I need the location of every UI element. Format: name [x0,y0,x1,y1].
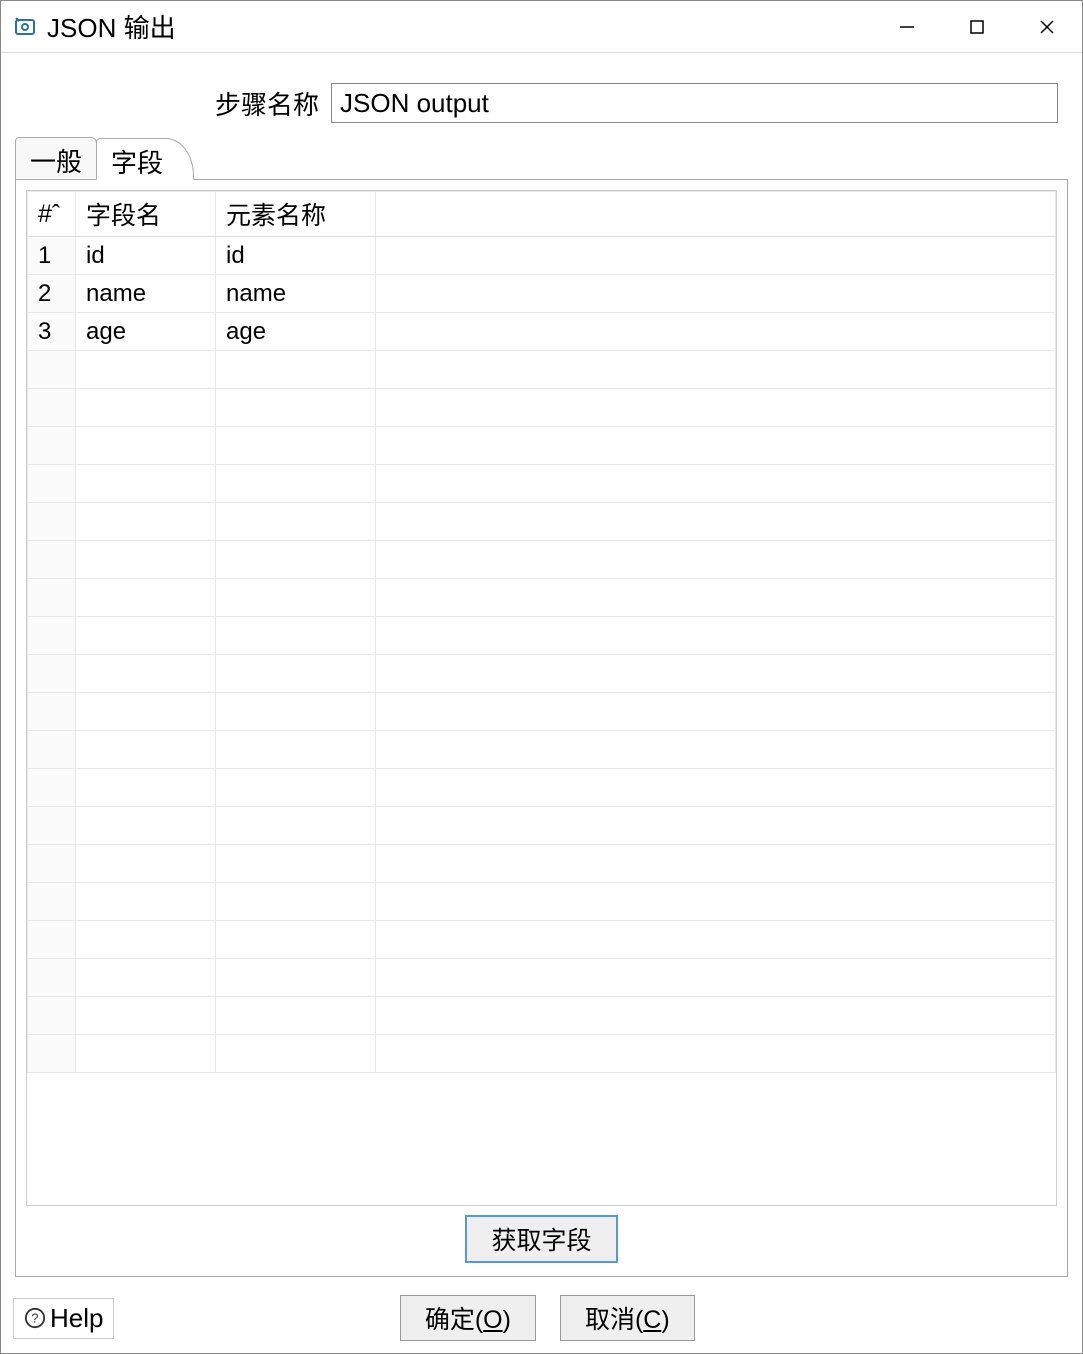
grid-header-num[interactable]: #ˆ [28,192,76,237]
maximize-button[interactable] [942,1,1012,52]
close-icon [1037,17,1057,37]
titlebar: JSON 输出 [1,1,1082,53]
footer: ? Help 确定(O) 取消(C) [1,1285,1082,1353]
table-row-empty[interactable] [28,617,1056,655]
grid-header-spacer [376,192,1056,237]
content-area: 步骤名称 一般 字段 #ˆ 字段名 元素名称 [1,53,1082,1285]
table-row-empty[interactable] [28,807,1056,845]
step-name-label: 步骤名称 [215,85,319,122]
dialog-window: JSON 输出 步骤名称 一般 字段 [0,0,1083,1354]
table-row-empty[interactable] [28,541,1056,579]
table-row-empty[interactable] [28,731,1056,769]
tabs-header: 一般 字段 [15,137,1068,179]
step-name-input[interactable] [331,83,1058,123]
grid-cell-fieldname[interactable]: age [76,313,216,351]
table-row-empty[interactable] [28,693,1056,731]
table-row-empty[interactable] [28,921,1056,959]
table-row[interactable]: 1 id id [28,237,1056,275]
table-row[interactable]: 2 name name [28,275,1056,313]
table-row-empty[interactable] [28,655,1056,693]
grid-cell-spacer[interactable] [376,275,1056,313]
tab-content-fields: #ˆ 字段名 元素名称 1 id id 2 [15,179,1068,1277]
grid-cell-num[interactable]: 1 [28,237,76,275]
table-row-empty[interactable] [28,427,1056,465]
help-label: Help [50,1303,103,1334]
grid-cell-spacer[interactable] [376,313,1056,351]
minimize-button[interactable] [872,1,942,52]
window-title: JSON 输出 [47,8,176,45]
minimize-icon [897,17,917,37]
table-row-empty[interactable] [28,959,1056,997]
close-button[interactable] [1012,1,1082,52]
table-row-empty[interactable] [28,1035,1056,1073]
window-controls [872,1,1082,52]
help-icon: ? [24,1307,46,1329]
maximize-icon [967,17,987,37]
table-row-empty[interactable] [28,579,1056,617]
grid-cell-elementname[interactable]: name [216,275,376,313]
grid-cell-elementname[interactable]: id [216,237,376,275]
grid-cell-fieldname[interactable]: name [76,275,216,313]
table-row[interactable]: 3 age age [28,313,1056,351]
get-fields-row: 获取字段 [26,1206,1057,1266]
svg-text:?: ? [31,1311,38,1326]
table-row-empty[interactable] [28,503,1056,541]
tab-fields[interactable]: 字段 [96,138,194,180]
tab-general[interactable]: 一般 [15,137,97,179]
table-row-empty[interactable] [28,883,1056,921]
app-icon [13,15,37,39]
grid-cell-fieldname[interactable]: id [76,237,216,275]
table-row-empty[interactable] [28,389,1056,427]
step-name-row: 步骤名称 [9,53,1074,137]
table-row-empty[interactable] [28,351,1056,389]
table-row-empty[interactable] [28,845,1056,883]
tabs-container: 一般 字段 #ˆ 字段名 元素名称 1 id [9,137,1074,1277]
grid-cell-elementname[interactable]: age [216,313,376,351]
table-row-empty[interactable] [28,997,1056,1035]
grid-header-elementname[interactable]: 元素名称 [216,192,376,237]
ok-button[interactable]: 确定(O) [400,1295,536,1341]
grid-cell-num[interactable]: 2 [28,275,76,313]
footer-buttons: 确定(O) 取消(C) [134,1295,960,1341]
help-button[interactable]: ? Help [13,1298,114,1339]
get-fields-button[interactable]: 获取字段 [466,1216,616,1262]
grid-header-fieldname[interactable]: 字段名 [76,192,216,237]
table-row-empty[interactable] [28,465,1056,503]
table-row-empty[interactable] [28,769,1056,807]
grid-cell-spacer[interactable] [376,237,1056,275]
cancel-button[interactable]: 取消(C) [560,1295,695,1341]
fields-grid[interactable]: #ˆ 字段名 元素名称 1 id id 2 [26,190,1057,1206]
grid-header-row: #ˆ 字段名 元素名称 [28,192,1056,237]
grid-cell-num[interactable]: 3 [28,313,76,351]
